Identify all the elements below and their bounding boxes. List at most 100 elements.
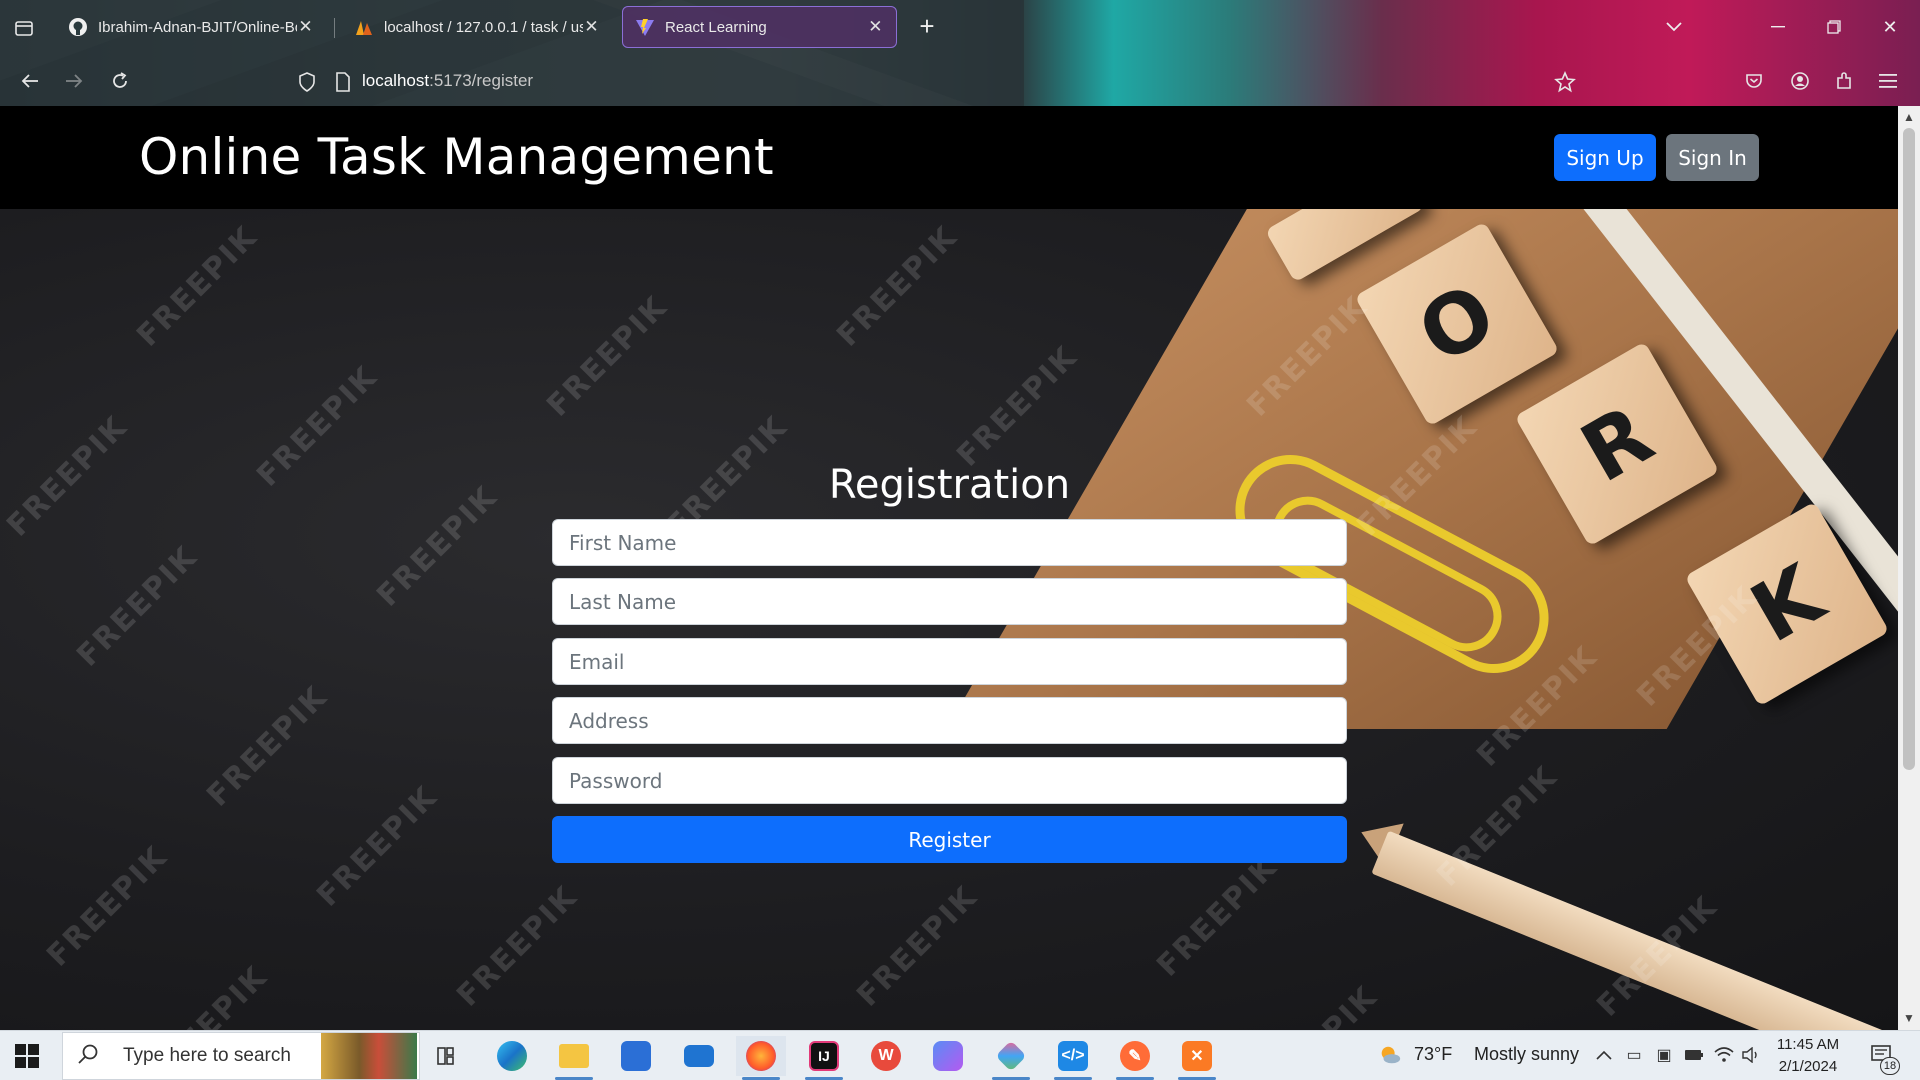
battery-icon[interactable] xyxy=(1682,1043,1706,1067)
browser-chrome: Ibrahim-Adnan-BJIT/Online-Bo ✕ localhost… xyxy=(0,0,1920,106)
url-text: localhost:5173/register xyxy=(362,71,533,91)
navigation-toolbar: localhost:5173/register xyxy=(0,58,1920,104)
address-bar[interactable]: localhost:5173/register xyxy=(290,62,1580,100)
display-icon[interactable]: ▣ xyxy=(1652,1043,1676,1067)
tab-title: Ibrahim-Adnan-BJIT/Online-Bo xyxy=(98,18,297,36)
watermark: FREEPIK xyxy=(130,219,265,354)
tab-list-icon[interactable] xyxy=(10,14,38,42)
phpmyadmin-icon xyxy=(354,17,374,37)
weather-icon[interactable] xyxy=(1378,1043,1402,1067)
tab-phpmyadmin[interactable]: localhost / 127.0.0.1 / task / use ✕ xyxy=(342,6,612,48)
edge-icon[interactable] xyxy=(487,1036,537,1076)
weather-temperature[interactable]: 73°F xyxy=(1414,1044,1452,1065)
forward-icon[interactable] xyxy=(58,66,90,96)
firefox-icon[interactable] xyxy=(736,1036,786,1080)
watermark: FREEPIK xyxy=(540,289,675,424)
show-hidden-icons-icon[interactable] xyxy=(1592,1043,1616,1067)
page-icon[interactable] xyxy=(332,71,354,93)
shield-icon[interactable] xyxy=(296,71,318,93)
list-all-tabs-icon[interactable] xyxy=(1656,12,1692,42)
tab-github[interactable]: Ibrahim-Adnan-BJIT/Online-Bo ✕ xyxy=(56,6,326,48)
watermark: FREEPIK xyxy=(830,219,965,354)
brand-title[interactable]: Online Task Management xyxy=(139,128,774,186)
wps-office-icon[interactable]: W xyxy=(861,1036,911,1076)
tab-separator xyxy=(334,18,335,38)
email-field[interactable] xyxy=(552,638,1347,685)
weather-condition[interactable]: Mostly sunny xyxy=(1474,1044,1579,1065)
tab-strip: Ibrahim-Adnan-BJIT/Online-Bo ✕ localhost… xyxy=(0,0,1920,54)
watermark: FREEPIK xyxy=(310,779,445,914)
wifi-icon[interactable] xyxy=(1712,1043,1736,1067)
watermark: FREEPIK xyxy=(370,479,505,614)
restore-icon[interactable] xyxy=(1816,12,1852,42)
first-name-field[interactable] xyxy=(552,519,1347,566)
copilot-icon[interactable] xyxy=(923,1036,973,1076)
sign-in-button[interactable]: Sign In xyxy=(1666,134,1759,181)
bookmark-star-icon[interactable] xyxy=(1554,71,1576,93)
store-icon[interactable] xyxy=(611,1036,661,1076)
vscode-icon[interactable]: </> xyxy=(1048,1036,1098,1080)
taskbar: Type here to search IJ W </> ✎ ✕ 73°F Mo… xyxy=(0,1030,1920,1080)
back-icon[interactable] xyxy=(14,66,46,96)
task-view-icon[interactable] xyxy=(424,1036,474,1076)
watermark: FREEPIK xyxy=(40,839,175,974)
search-highlight-image xyxy=(321,1033,417,1079)
new-tab-icon[interactable]: + xyxy=(912,12,942,42)
url-host: localhost xyxy=(362,71,430,90)
watermark: FREEPIK xyxy=(950,339,1085,474)
windows-start-icon[interactable] xyxy=(14,1043,40,1069)
minimize-icon[interactable] xyxy=(1760,12,1796,42)
scroll-up-icon[interactable]: ▲ xyxy=(1898,107,1920,127)
pocket-icon[interactable] xyxy=(1738,66,1770,96)
account-icon[interactable] xyxy=(1784,66,1816,96)
clock-time: 11:45 AM xyxy=(1776,1036,1840,1053)
watermark: FREEPIK xyxy=(1250,979,1384,1030)
kite-icon[interactable] xyxy=(986,1036,1036,1080)
mail-icon[interactable] xyxy=(674,1036,724,1076)
watermark: FREEPIK xyxy=(250,359,385,494)
volume-icon[interactable] xyxy=(1740,1043,1764,1067)
close-tab-icon[interactable]: ✕ xyxy=(867,17,884,37)
vite-icon xyxy=(635,17,655,37)
taskbar-search[interactable]: Type here to search xyxy=(62,1032,420,1080)
intellij-icon[interactable]: IJ xyxy=(799,1036,849,1080)
search-icon xyxy=(77,1043,103,1070)
watermark: FREEPIK xyxy=(450,879,585,1014)
address-field[interactable] xyxy=(552,697,1347,744)
close-window-icon[interactable]: ✕ xyxy=(1872,12,1908,42)
notification-count-badge: 18 xyxy=(1880,1057,1900,1075)
url-path: :5173/register xyxy=(429,71,534,90)
register-button[interactable]: Register xyxy=(552,816,1347,863)
watermark: FREEPIK xyxy=(70,539,205,674)
scroll-down-icon[interactable]: ▼ xyxy=(1898,1008,1920,1028)
menu-icon[interactable] xyxy=(1872,66,1904,96)
sign-up-button[interactable]: Sign Up xyxy=(1554,134,1656,181)
file-explorer-icon[interactable] xyxy=(549,1036,599,1080)
system-clock[interactable]: 11:45 AM 2/1/2024 xyxy=(1768,1034,1848,1078)
watermark: FREEPIK xyxy=(200,679,335,814)
last-name-field[interactable] xyxy=(552,578,1347,625)
tab-react-learning[interactable]: React Learning ✕ xyxy=(622,6,897,48)
watermark: FREEPIK xyxy=(0,409,135,544)
github-icon xyxy=(68,17,88,37)
page-viewport: Online Task Management Sign Up Sign In O… xyxy=(0,106,1898,1030)
search-placeholder: Type here to search xyxy=(123,1045,291,1066)
scrollbar-thumb[interactable] xyxy=(1903,128,1915,770)
tab-title: React Learning xyxy=(665,18,767,36)
app-header: Online Task Management Sign Up Sign In xyxy=(0,106,1898,209)
clock-date: 2/1/2024 xyxy=(1778,1058,1838,1075)
close-tab-icon[interactable]: ✕ xyxy=(297,17,314,37)
watermark: FREEPIK xyxy=(140,959,275,1030)
extensions-icon[interactable] xyxy=(1828,66,1860,96)
password-field[interactable] xyxy=(552,757,1347,804)
xampp-icon[interactable]: ✕ xyxy=(1172,1036,1222,1080)
watermark: FREEPIK xyxy=(850,879,985,1014)
close-tab-icon[interactable]: ✕ xyxy=(583,17,600,37)
registration-heading: Registration xyxy=(828,462,1071,508)
postman-icon[interactable]: ✎ xyxy=(1110,1036,1160,1080)
reload-icon[interactable] xyxy=(104,66,136,96)
watermark: FREEPIK xyxy=(1430,759,1565,894)
tab-title: localhost / 127.0.0.1 / task / use xyxy=(384,18,583,36)
watermark: FREEPIK xyxy=(1150,849,1285,984)
meet-now-icon[interactable]: ▭ xyxy=(1622,1043,1646,1067)
